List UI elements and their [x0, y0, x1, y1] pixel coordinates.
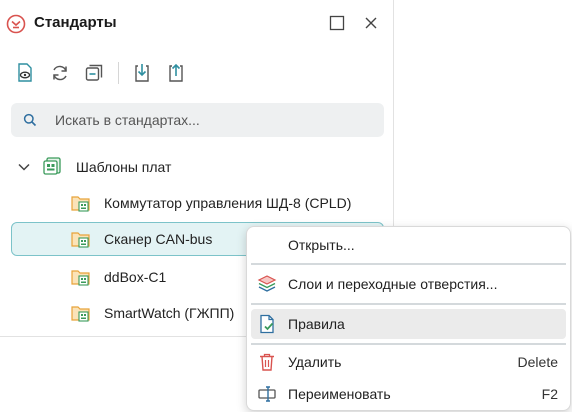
- panel-titlebar: Стандарты: [0, 0, 394, 46]
- menu-item-label: Правила: [288, 316, 345, 332]
- menu-item-delete[interactable]: Удалить Delete: [251, 347, 566, 377]
- menu-separator: [251, 343, 566, 345]
- view-document-icon[interactable]: [13, 61, 37, 85]
- menu-item-layers[interactable]: Слои и переходные отверстия...: [251, 269, 566, 299]
- tree-item-label: Коммутатор управления ШД-8 (CPLD): [104, 195, 352, 211]
- tree-item[interactable]: Коммутатор управления ШД-8 (CPLD): [0, 187, 394, 219]
- tree-item-label: ddBox-C1: [104, 269, 167, 285]
- search-input[interactable]: [55, 103, 375, 137]
- panel-title: Стандарты: [34, 14, 117, 31]
- search-icon: [23, 113, 37, 127]
- export-icon[interactable]: [164, 61, 188, 85]
- board-template-icon: [70, 229, 92, 249]
- board-template-icon: [70, 267, 92, 287]
- menu-item-rules[interactable]: Правила: [251, 309, 566, 339]
- standards-logo-icon: [6, 14, 26, 34]
- tree-item-label: SmartWatch (ГЖПП): [104, 305, 235, 321]
- menu-separator: [251, 303, 566, 305]
- menu-item-label: Удалить: [288, 354, 342, 370]
- context-menu: Открыть... Слои и переходные отверстия..…: [246, 226, 571, 411]
- layers-icon: [257, 274, 277, 294]
- menu-item-shortcut: F2: [541, 386, 558, 402]
- panel-toolbar: [0, 56, 394, 90]
- board-templates-icon: [42, 156, 64, 176]
- menu-item-rename[interactable]: Переименовать F2: [251, 379, 566, 409]
- chevron-down-icon[interactable]: [17, 160, 31, 174]
- menu-item-label: Переименовать: [288, 386, 391, 402]
- toolbar-separator: [118, 62, 119, 84]
- close-icon[interactable]: [361, 13, 381, 33]
- trash-icon: [257, 352, 277, 372]
- menu-item-label: Слои и переходные отверстия...: [288, 276, 498, 292]
- menu-separator: [251, 263, 566, 265]
- menu-item-shortcut: Delete: [517, 354, 558, 370]
- menu-item-open[interactable]: Открыть...: [251, 230, 566, 260]
- tree-item-label: Сканер CAN-bus: [104, 231, 213, 247]
- refresh-icon[interactable]: [48, 61, 72, 85]
- board-template-icon: [70, 303, 92, 323]
- rename-icon: [257, 384, 277, 404]
- search-box[interactable]: [11, 103, 384, 137]
- rules-document-icon: [257, 314, 277, 334]
- tree-group-label: Шаблоны плат: [76, 159, 172, 175]
- menu-item-label: Открыть...: [288, 237, 355, 253]
- board-template-icon: [70, 193, 92, 213]
- maximize-icon[interactable]: [327, 13, 347, 33]
- tree-group-board-templates[interactable]: Шаблоны плат: [0, 151, 394, 183]
- collapse-all-icon[interactable]: [82, 61, 106, 85]
- import-icon[interactable]: [130, 61, 154, 85]
